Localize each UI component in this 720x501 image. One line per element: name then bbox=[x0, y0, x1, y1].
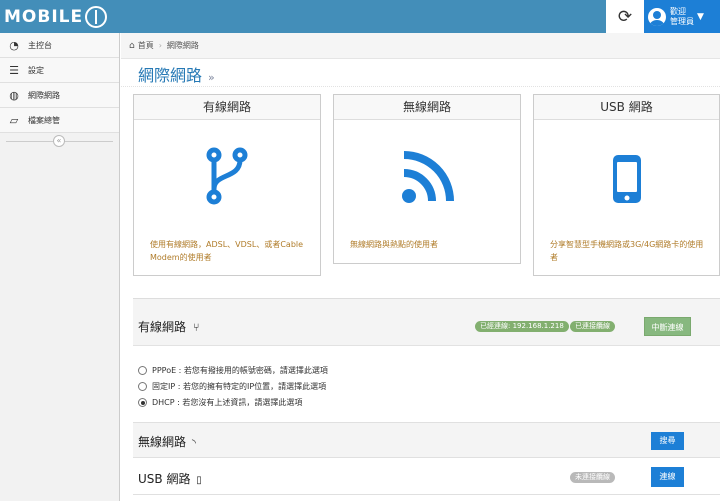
radio-label: 固定IP : 若您的擁有特定的IP位置，請選擇此選項 bbox=[152, 382, 327, 391]
sidebar-item-label: 檔案總管 bbox=[28, 115, 60, 125]
user-greeting: 歡迎 bbox=[670, 6, 686, 16]
radio-option-dhcp[interactable]: DHCP : 若您沒有上述資訊，請選擇此選項 bbox=[138, 397, 302, 408]
status-badge-usb: 未連接纜線 bbox=[570, 472, 615, 483]
tachometer-icon: ◔ bbox=[9, 38, 19, 52]
status-badge-ip: 已經連線: 192.168.1.218 bbox=[475, 321, 569, 332]
radio-label: PPPoE : 若您有撥接用的帳號密碼，請選擇此選項 bbox=[152, 366, 328, 375]
rss-icon: ◝ bbox=[191, 438, 196, 449]
user-label: 歡迎 管理員 bbox=[670, 7, 694, 27]
double-chevron-right-icon: » bbox=[208, 71, 215, 84]
mobile-phone-icon: ▯ bbox=[196, 475, 202, 486]
sidebar-item-internet[interactable]: ◍ 網際網路 bbox=[0, 83, 119, 108]
disconnect-button[interactable]: 中斷連線 bbox=[644, 317, 691, 336]
card-wireless[interactable]: 無線網路 無線網路與熱點的使用者 bbox=[333, 94, 521, 264]
wireless-panel-header bbox=[133, 422, 720, 458]
sidebar-item-label: 設定 bbox=[28, 65, 44, 75]
home-icon: ⌂ bbox=[129, 40, 135, 51]
wifi-rss-icon bbox=[334, 151, 520, 205]
wireless-panel-title: 無線網路 ◝ bbox=[138, 433, 196, 450]
card-description: 分享智慧型手機網路或3G/4G網路卡的使用者 bbox=[550, 240, 704, 262]
breadcrumb-home[interactable]: 首頁 bbox=[138, 40, 154, 51]
radio-label: DHCP : 若您沒有上述資訊，請選擇此選項 bbox=[152, 398, 303, 407]
sidebar-item-file-manager[interactable]: ▱ 檔案總管 bbox=[0, 108, 119, 133]
card-usb[interactable]: USB 網路 分享智慧型手機網路或3G/4G網路卡的使用者 bbox=[533, 94, 720, 276]
avatar bbox=[648, 7, 666, 26]
card-description: 使用有線網路，ADSL、VDSL、或者Cable Modem的使用者 bbox=[150, 240, 304, 262]
user-menu[interactable]: 歡迎 管理員 ▼ bbox=[644, 0, 720, 33]
card-wired[interactable]: 有線網路 使用有線網路，ADSL、VDSL、或者Cable Modem的使用者 bbox=[133, 94, 321, 276]
sidebar-item-label: 主控台 bbox=[28, 40, 52, 50]
card-description: 無線網路與熱點的使用者 bbox=[350, 240, 438, 249]
globe-icon: ◍ bbox=[9, 88, 19, 102]
page-title-text: 網際網路 bbox=[138, 66, 203, 85]
logo-mark-icon bbox=[85, 5, 108, 28]
wired-panel-header bbox=[133, 298, 720, 346]
radio-option-static-ip[interactable]: 固定IP : 若您的擁有特定的IP位置，請選擇此選項 bbox=[138, 381, 326, 392]
sidebar-collapse-button[interactable]: « bbox=[53, 135, 65, 147]
sidebar-item-label: 網際網路 bbox=[28, 90, 60, 100]
sidebar-item-settings[interactable]: ☰ 設定 bbox=[0, 58, 119, 83]
breadcrumb: ⌂ 首頁 › 網際網路 bbox=[121, 33, 720, 59]
caret-down-icon: ▼ bbox=[697, 11, 704, 22]
connect-button[interactable]: 連線 bbox=[651, 467, 684, 487]
sidebar-collapse-row: « bbox=[0, 133, 119, 149]
brand-logo[interactable]: MOBILE bbox=[4, 3, 108, 30]
radio-option-pppoe[interactable]: PPPoE : 若您有撥接用的帳號密碼，請選擇此選項 bbox=[138, 365, 328, 376]
usb-panel-header bbox=[133, 459, 720, 495]
wired-panel-title-text: 有線網路 bbox=[138, 320, 187, 334]
card-title: USB 網路 bbox=[534, 95, 719, 120]
refresh-button[interactable]: ⟳ bbox=[606, 0, 644, 33]
radio-dhcp[interactable] bbox=[138, 398, 147, 407]
list-icon: ☰ bbox=[9, 63, 19, 77]
code-fork-icon bbox=[134, 147, 320, 205]
title-divider bbox=[121, 86, 720, 87]
top-navbar: MOBILE ⟳ 歡迎 管理員 ▼ bbox=[0, 0, 720, 33]
code-fork-icon: ⑂ bbox=[192, 321, 200, 334]
user-name: 管理員 bbox=[670, 16, 694, 26]
sidebar: ◔ 主控台 ☰ 設定 ◍ 網際網路 ▱ 檔案總管 « bbox=[0, 33, 120, 501]
folder-open-icon: ▱ bbox=[9, 113, 19, 127]
status-badge-cable: 已連接纜線 bbox=[570, 321, 615, 332]
card-title: 有線網路 bbox=[134, 95, 320, 120]
wireless-panel-title-text: 無線網路 bbox=[138, 435, 187, 449]
card-title: 無線網路 bbox=[334, 95, 520, 120]
breadcrumb-current: 網際網路 bbox=[166, 41, 199, 50]
wired-panel-title: 有線網路 ⑂ bbox=[138, 318, 199, 335]
usb-panel-title-text: USB 網路 bbox=[138, 472, 191, 486]
usb-panel-title: USB 網路 ▯ bbox=[138, 470, 202, 487]
sidebar-item-dashboard[interactable]: ◔ 主控台 bbox=[0, 33, 119, 58]
radio-pppoe[interactable] bbox=[138, 366, 147, 375]
page-title: 網際網路 » bbox=[138, 62, 215, 86]
refresh-icon: ⟳ bbox=[617, 6, 633, 27]
search-button[interactable]: 搜尋 bbox=[651, 432, 684, 450]
radio-static-ip[interactable] bbox=[138, 382, 147, 391]
logo-text: MOBILE bbox=[4, 6, 84, 27]
mobile-phone-icon bbox=[534, 154, 719, 204]
breadcrumb-separator-icon: › bbox=[158, 41, 162, 50]
